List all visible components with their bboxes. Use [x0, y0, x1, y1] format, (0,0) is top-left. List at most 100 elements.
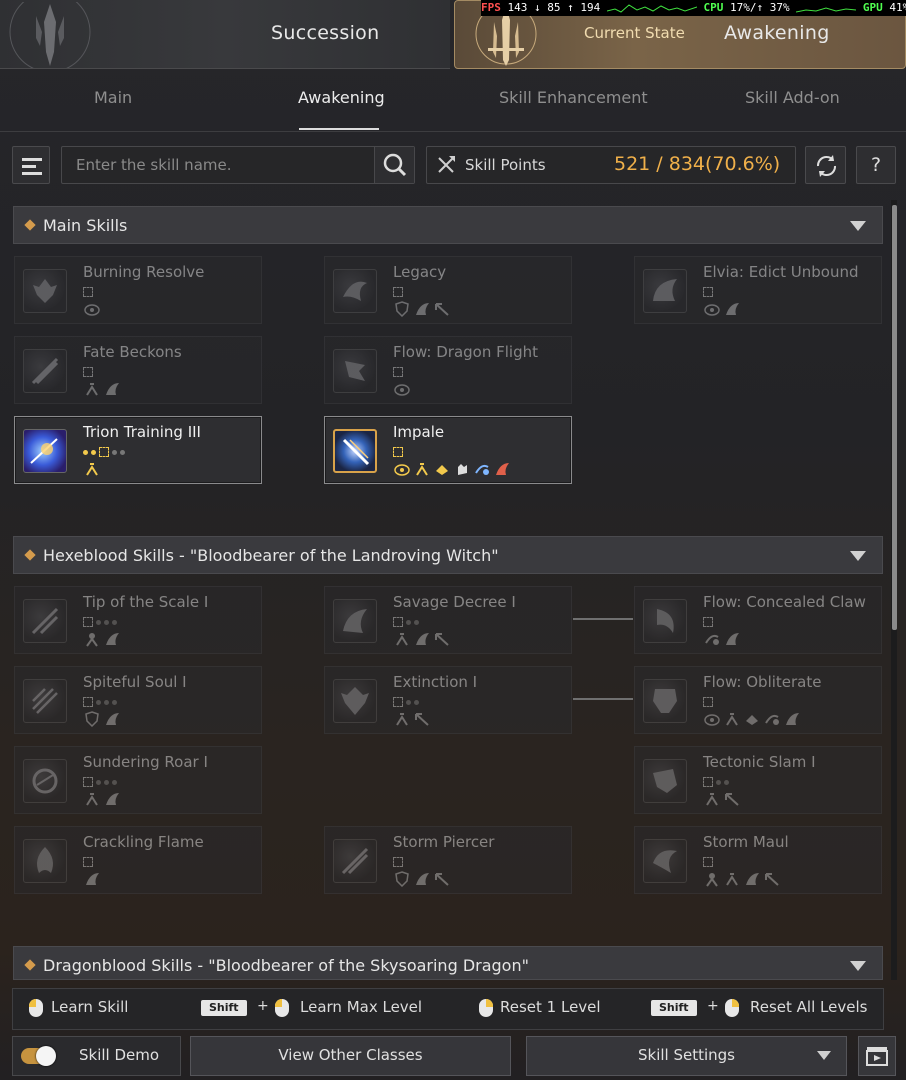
- skill-level-indicator: [83, 367, 93, 377]
- collapse-caret-icon: [850, 961, 866, 971]
- subtab-skill-enhancement[interactable]: Skill Enhancement: [499, 88, 648, 107]
- reset-skills-button[interactable]: [805, 146, 846, 184]
- dash-tag-icon: [393, 711, 411, 727]
- skill-card-flow-obliterate[interactable]: Flow: Obliterate: [634, 666, 882, 734]
- shield-tag-icon: [83, 711, 101, 727]
- float-tag-icon: [703, 631, 721, 647]
- arrow-tag-icon: [433, 301, 451, 317]
- wing-tag-icon: [493, 461, 511, 477]
- skill-level-indicator: [393, 617, 419, 627]
- skill-card-crackling-flame[interactable]: Crackling Flame: [14, 826, 262, 894]
- skill-card-fate-beckons[interactable]: Fate Beckons: [14, 336, 262, 404]
- skill-card-extinction-i[interactable]: Extinction I: [324, 666, 572, 734]
- section-main-skills[interactable]: Main Skills: [13, 206, 883, 244]
- fps-graph-icon: [606, 4, 698, 13]
- savage-decree-icon: [333, 599, 377, 643]
- section-hexeblood-skills[interactable]: Hexeblood Skills - "Bloodbearer of the L…: [13, 536, 883, 574]
- tab-current-state[interactable]: Current State: [584, 24, 685, 42]
- subtab-awakening[interactable]: Awakening: [298, 88, 385, 107]
- diamond-icon: [24, 219, 36, 231]
- help-button[interactable]: ?: [856, 146, 896, 184]
- wing-tag-icon: [783, 711, 801, 727]
- skill-card-burning-resolve[interactable]: Burning Resolve: [14, 256, 262, 324]
- cpu-value: 17%/↑ 37%: [729, 1, 790, 14]
- elvia-edict-unbound-icon: [643, 269, 687, 313]
- hint-reset-one-level: Reset 1 Level: [500, 998, 601, 1016]
- skill-level-indicator: [393, 447, 403, 457]
- skill-name: Flow: Obliterate: [703, 673, 822, 691]
- crossed-axes-icon: [438, 156, 455, 173]
- skill-card-storm-maul[interactable]: Storm Maul: [634, 826, 882, 894]
- legacy-icon: [333, 269, 377, 313]
- wing-tag-icon: [743, 871, 761, 887]
- skill-card-legacy[interactable]: Legacy: [324, 256, 572, 324]
- arrow-tag-icon: [723, 791, 741, 807]
- skill-card-savage-decree-i[interactable]: Savage Decree I: [324, 586, 572, 654]
- section-title: Main Skills: [43, 216, 128, 235]
- skill-card-spiteful-soul-i[interactable]: Spiteful Soul I: [14, 666, 262, 734]
- skill-video-button[interactable]: [858, 1036, 896, 1076]
- search-button[interactable]: [374, 147, 414, 183]
- skill-name: Storm Maul: [703, 833, 789, 851]
- shift-key-icon: Shift: [201, 1000, 247, 1016]
- skill-level-indicator: [703, 617, 713, 627]
- fate-beckons-icon: [23, 349, 67, 393]
- video-clapper-icon: [866, 1047, 888, 1066]
- scrollbar-thumb[interactable]: [892, 205, 897, 630]
- search-icon: [383, 153, 407, 177]
- collapse-caret-icon: [850, 221, 866, 231]
- skill-level-indicator: [393, 857, 403, 867]
- skill-card-tectonic-slam-i[interactable]: Tectonic Slam I: [634, 746, 882, 814]
- skill-link-line: [573, 698, 633, 700]
- wing-tag-icon: [103, 381, 121, 397]
- wing-tag-icon: [413, 631, 431, 647]
- arrow-tag-icon: [433, 631, 451, 647]
- fps-label: FPS: [481, 1, 501, 14]
- skill-name: Impale: [393, 423, 445, 441]
- plus-sign: +: [707, 998, 719, 1014]
- impale-icon: [333, 429, 377, 473]
- counter-tag-icon: [703, 301, 721, 317]
- view-other-classes-button[interactable]: View Other Classes: [190, 1036, 511, 1076]
- arrow-tag-icon: [763, 871, 781, 887]
- refresh-icon: [817, 155, 836, 177]
- storm-piercer-icon: [333, 839, 377, 883]
- wing-tag-icon: [723, 301, 741, 317]
- tab-succession-label: Succession: [271, 22, 380, 44]
- skill-card-storm-piercer[interactable]: Storm Piercer: [324, 826, 572, 894]
- skill-card-flow-concealed-claw[interactable]: Flow: Concealed Claw: [634, 586, 882, 654]
- skill-level-indicator: [83, 697, 117, 707]
- stagger-tag-icon: [703, 871, 721, 887]
- skill-name: Fate Beckons: [83, 343, 182, 361]
- plus-sign: +: [257, 998, 269, 1014]
- subtab-main[interactable]: Main: [94, 88, 132, 107]
- storm-maul-icon: [643, 839, 687, 883]
- shield-tag-icon: [393, 871, 411, 887]
- dash-tag-icon: [83, 381, 101, 397]
- skill-card-impale[interactable]: Impale: [324, 416, 572, 484]
- right-click-icon: [725, 999, 739, 1017]
- skill-level-indicator: [703, 857, 713, 867]
- skill-card-sundering-roar-i[interactable]: Sundering Roar I: [14, 746, 262, 814]
- list-menu-button[interactable]: [12, 146, 50, 184]
- skill-name: Sundering Roar I: [83, 753, 208, 771]
- skill-level-indicator: [393, 697, 419, 707]
- toggle-knob[interactable]: [36, 1046, 56, 1066]
- skill-card-elvia-edict-unbound[interactable]: Elvia: Edict Unbound: [634, 256, 882, 324]
- tectonic-slam-icon: [643, 759, 687, 803]
- stagger-tag-icon: [83, 631, 101, 647]
- subtab-skill-add-on[interactable]: Skill Add-on: [745, 88, 840, 107]
- left-click-icon: [275, 999, 289, 1017]
- skill-card-trion-training-iii[interactable]: Trion Training III: [14, 416, 262, 484]
- skill-card-tip-of-the-scale-i[interactable]: Tip of the Scale I: [14, 586, 262, 654]
- flow-obliterate-icon: [643, 679, 687, 723]
- skill-level-indicator: [83, 857, 93, 867]
- skill-name: Elvia: Edict Unbound: [703, 263, 859, 281]
- gpu-label: GPU: [862, 1, 883, 14]
- skill-settings-dropdown[interactable]: Skill Settings: [526, 1036, 847, 1076]
- skill-card-flow-dragon-flight[interactable]: Flow: Dragon Flight: [324, 336, 572, 404]
- skill-search-input[interactable]: [62, 147, 376, 183]
- wing-tag-icon: [83, 871, 101, 887]
- push-tag-icon: [433, 461, 451, 477]
- section-dragonblood-skills[interactable]: Dragonblood Skills - "Bloodbearer of the…: [13, 946, 883, 980]
